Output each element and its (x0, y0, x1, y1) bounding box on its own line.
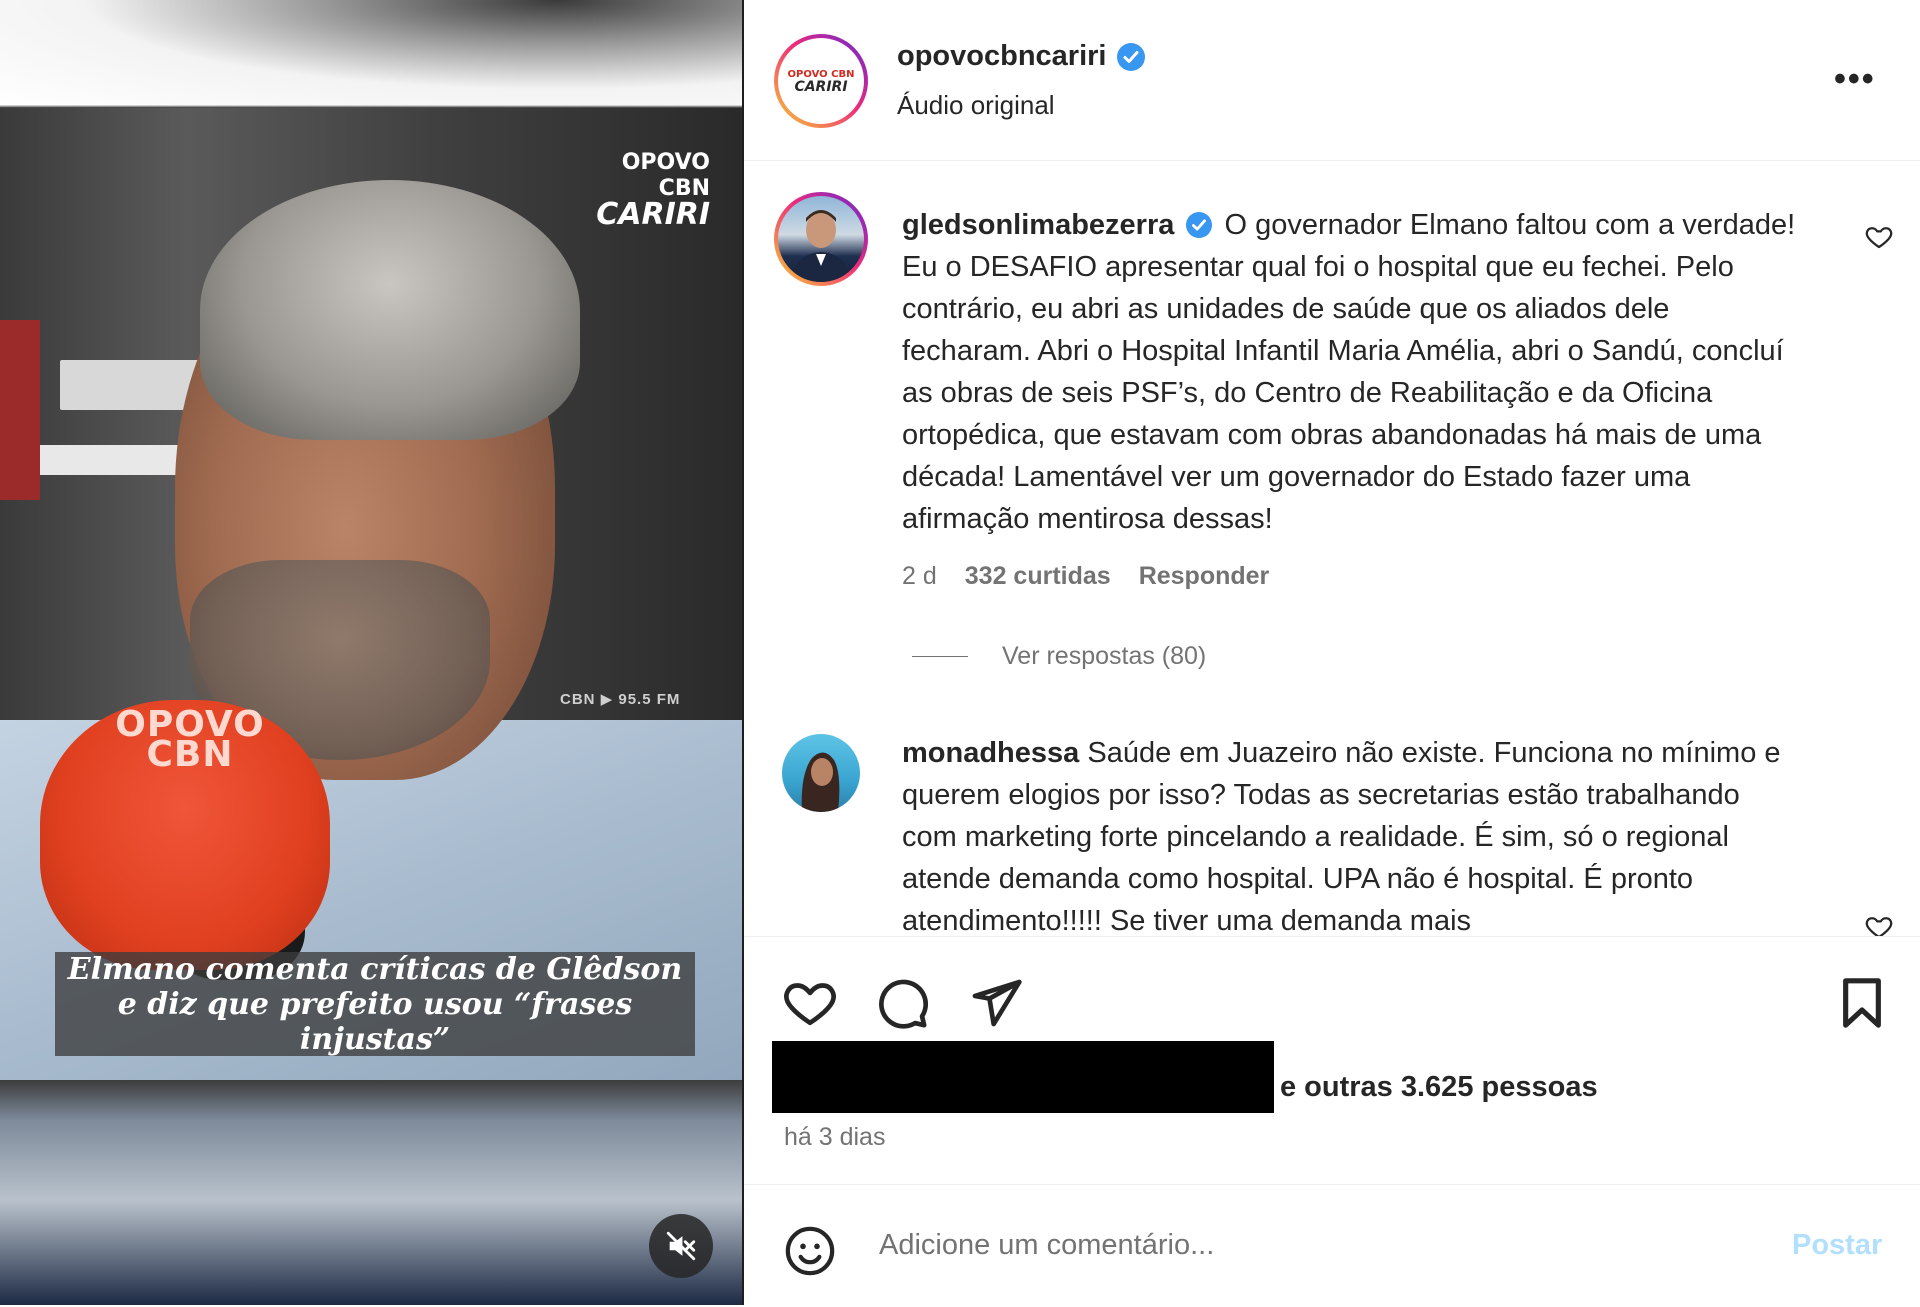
comment-text: monadhessa Saúde em Juazeiro não existe.… (902, 732, 1802, 936)
author-logo: OPOVO CBN CARIRI (788, 69, 855, 95)
like-comment-heart-icon[interactable] (1864, 222, 1894, 252)
comment-input[interactable]: Adicione um comentário... (879, 1229, 1214, 1262)
brand-line2: CARIRI (596, 197, 710, 232)
view-replies-label: Ver respostas (80) (1002, 642, 1207, 670)
emoji-icon[interactable] (782, 1223, 838, 1279)
comment-meta: 2 d 332 curtidas Responder (902, 562, 1269, 591)
like-heart-icon[interactable] (782, 975, 838, 1031)
replies-divider (912, 656, 968, 657)
commenter-avatar[interactable] (782, 734, 860, 812)
verified-badge-icon (1186, 212, 1213, 238)
comment-body: O governador Elmano faltou com a verdade… (902, 209, 1796, 535)
comment-username[interactable]: gledsonlimabezerra (902, 209, 1174, 241)
comment-username[interactable]: monadhessa (902, 737, 1079, 769)
video-top-blur (0, 0, 742, 105)
save-bookmark-icon[interactable] (1834, 975, 1890, 1031)
post-video[interactable]: OPOVO CBN OPOVO CBN CARIRI CBN ▶ 95.5 FM… (0, 0, 742, 1305)
author-name-row: opovocbncariri (897, 40, 1145, 73)
post-time[interactable]: há 3 dias (784, 1123, 885, 1152)
speaker-muted-icon (666, 1231, 696, 1261)
comment-text: gledsonlimabezerra O governador Elmano f… (902, 204, 1802, 540)
mute-button[interactable] (649, 1214, 713, 1278)
post-comment-button[interactable]: Postar (1792, 1229, 1882, 1262)
post-header: OPOVO CBN CARIRI opovocbncariri Áudio or… (744, 0, 1920, 161)
commenter-photo (790, 210, 852, 282)
commenter-photo (801, 752, 840, 812)
author-logo-line2: CARIRI (794, 79, 848, 95)
comment-bubble-icon[interactable] (874, 975, 930, 1031)
speaker-hair (200, 180, 580, 440)
comment-likes[interactable]: 332 curtidas (965, 562, 1111, 591)
share-paper-plane-icon[interactable] (968, 975, 1024, 1031)
author-avatar[interactable]: OPOVO CBN CARIRI (774, 34, 868, 128)
author-username[interactable]: opovocbncariri (897, 40, 1107, 73)
add-comment-bar: Adicione um comentário... Postar (744, 1184, 1920, 1307)
redacted-likers (772, 1041, 1274, 1113)
video-brand-logo: OPOVO CBN CARIRI (570, 150, 710, 232)
studio-wall (0, 320, 40, 500)
likes-count[interactable]: e outras 3.625 pessoas (1280, 1071, 1598, 1104)
comment-time: 2 d (902, 562, 937, 590)
verified-badge-icon (1116, 42, 1145, 71)
reply-button[interactable]: Responder (1139, 562, 1270, 591)
audio-label[interactable]: Áudio original (897, 90, 1055, 121)
post-details-panel: OPOVO CBN CARIRI opovocbncariri Áudio or… (744, 0, 1920, 1305)
radio-frequency-tag: CBN ▶ 95.5 FM (560, 691, 681, 708)
more-options-button[interactable]: ••• (1834, 62, 1876, 96)
brand-line1: OPOVO CBN (621, 150, 710, 201)
commenter-avatar[interactable] (774, 192, 868, 286)
view-replies-button[interactable]: Ver respostas (80) (912, 642, 1206, 671)
like-comment-heart-icon[interactable] (1864, 912, 1894, 936)
microphone-label: OPOVO CBN (115, 704, 265, 775)
comments-list[interactable]: gledsonlimabezerra O governador Elmano f… (744, 160, 1920, 936)
video-caption-box: Elmano comenta críticas de Glêdson e diz… (55, 951, 695, 1057)
video-caption: Elmano comenta críticas de Glêdson e diz… (67, 951, 683, 1057)
post-actions: e outras 3.625 pessoas há 3 dias Adicion… (744, 936, 1920, 1306)
